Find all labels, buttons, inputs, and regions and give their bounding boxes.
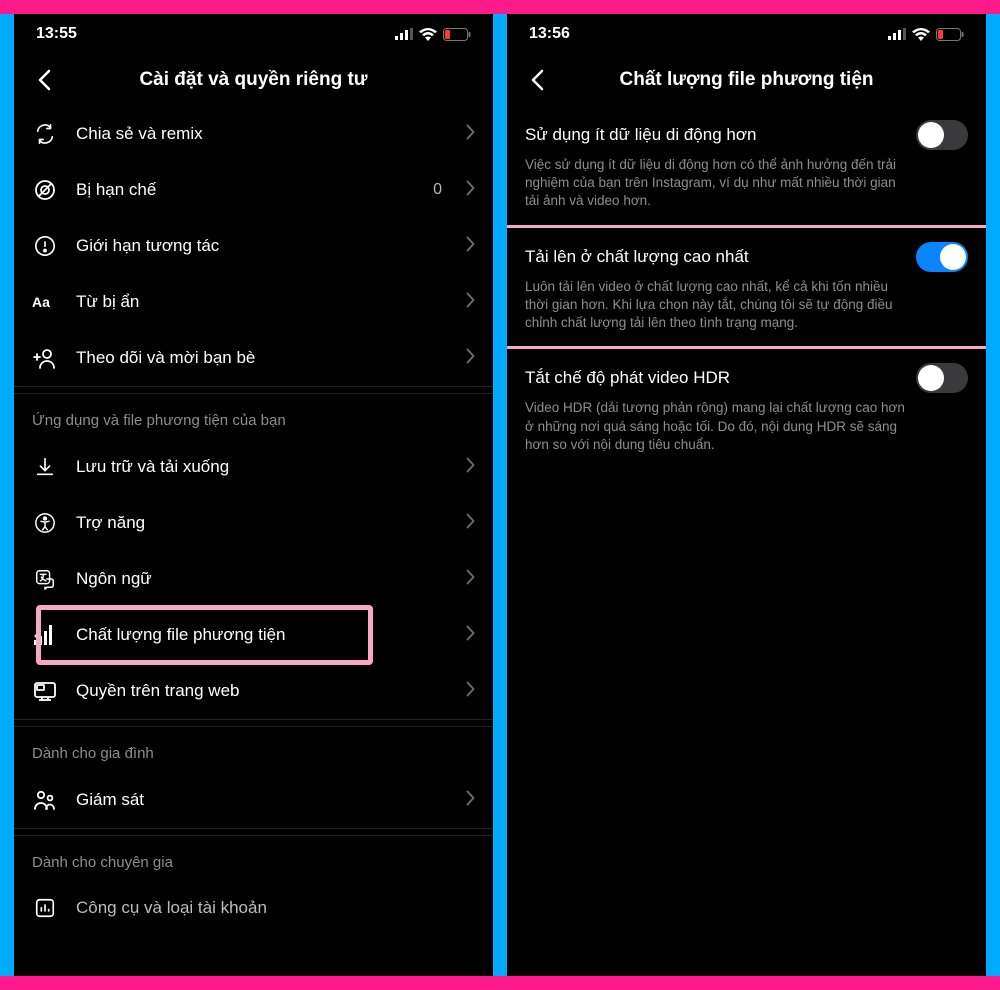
row-label: Ngôn ngữ <box>76 569 448 589</box>
settings-row[interactable]: Ngôn ngữ <box>14 551 493 607</box>
section-header-apps-media: Ứng dụng và file phương tiện của bạn <box>14 394 493 439</box>
settings-scroll[interactable]: Sử dụng ít dữ liệu di động hơn Việc sử dụ… <box>507 106 986 976</box>
status-bar: 13:55 <box>14 14 493 54</box>
battery-icon <box>443 28 471 41</box>
wifi-icon <box>419 28 437 41</box>
row-label: Lưu trữ và tải xuống <box>76 457 448 477</box>
row-label: Bị hạn chế <box>76 180 415 200</box>
setting-title: Tải lên ở chất lượng cao nhất <box>525 247 749 267</box>
settings-row[interactable]: Trợ năng <box>14 495 493 551</box>
battery-icon <box>936 28 964 41</box>
invite-icon <box>32 345 58 371</box>
chevron-right-icon <box>466 236 475 257</box>
setting-description: Luôn tải lên video ở chất lượng cao nhất… <box>525 278 968 333</box>
section-divider <box>14 828 493 836</box>
row-label: Trợ năng <box>76 513 448 533</box>
phone-left: 13:55 Cài đặt và quyền riêng tư Chia sẻ … <box>14 14 493 976</box>
limit-icon <box>32 233 58 259</box>
decorative-bottom-bar <box>0 976 1000 990</box>
settings-row[interactable]: Lưu trữ và tải xuống <box>14 439 493 495</box>
restricted-icon <box>32 177 58 203</box>
settings-row[interactable]: Chất lượng file phương tiện <box>14 607 493 663</box>
toggle-switch[interactable] <box>916 363 968 393</box>
row-label: Giới hạn tương tác <box>76 236 448 256</box>
row-label: Giám sát <box>76 790 448 810</box>
toggle-switch[interactable] <box>916 120 968 150</box>
page-title: Cài đặt và quyền riêng tư <box>139 69 367 91</box>
setting-description: Video HDR (dải tương phản rộng) mang lại… <box>525 399 968 454</box>
toggle-setting: Tắt chế độ phát video HDR Video HDR (dải … <box>507 349 986 468</box>
settings-scroll[interactable]: Chia sẻ và remix Bị hạn chế 0 Giới hạn tươn… <box>14 106 493 976</box>
status-right <box>888 28 964 41</box>
setting-description: Việc sử dụng ít dữ liệu di động hơn có t… <box>525 156 968 211</box>
chevron-right-icon <box>466 625 475 646</box>
settings-row[interactable]: Bị hạn chế 0 <box>14 162 493 218</box>
settings-row[interactable]: Quyền trên trang web <box>14 663 493 719</box>
chevron-right-icon <box>466 569 475 590</box>
chevron-right-icon <box>466 457 475 478</box>
chevron-right-icon <box>466 348 475 369</box>
status-bar: 13:56 <box>507 14 986 54</box>
signal-icon <box>32 622 58 648</box>
header: Chất lượng file phương tiện <box>507 54 986 106</box>
svg-text:Aa: Aa <box>32 294 50 310</box>
phone-right: 13:56 Chất lượng file phương tiện Sử dụn… <box>507 14 986 976</box>
wifi-icon <box>912 28 930 41</box>
settings-row[interactable]: Giám sát <box>14 772 493 828</box>
settings-row[interactable]: Giới hạn tương tác <box>14 218 493 274</box>
download-icon <box>32 454 58 480</box>
decorative-top-bar <box>0 0 1000 14</box>
setting-title: Sử dụng ít dữ liệu di động hơn <box>525 125 756 145</box>
chevron-right-icon <box>466 681 475 702</box>
status-right <box>395 28 471 41</box>
toggle-setting: Tải lên ở chất lượng cao nhất Luôn tải lê… <box>507 228 986 347</box>
supervision-icon <box>32 787 58 813</box>
accessibility-icon <box>32 510 58 536</box>
row-label: Chia sẻ và remix <box>76 124 448 144</box>
truncated-label: Công cụ và loại tài khoản <box>76 898 267 918</box>
section-header-family: Dành cho gia đình <box>14 727 493 772</box>
setting-title: Tắt chế độ phát video HDR <box>525 368 730 388</box>
chevron-right-icon <box>466 513 475 534</box>
section-divider <box>14 719 493 727</box>
chevron-right-icon <box>466 790 475 811</box>
settings-row[interactable]: Aa Từ bị ẩn <box>14 274 493 330</box>
row-value: 0 <box>433 181 442 199</box>
chevron-right-icon <box>466 124 475 145</box>
toggle-setting: Sử dụng ít dữ liệu di động hơn Việc sử dụ… <box>507 106 986 225</box>
language-icon <box>32 566 58 592</box>
phones-container: 13:55 Cài đặt và quyền riêng tư Chia sẻ … <box>14 14 986 976</box>
row-label: Theo dõi và mời bạn bè <box>76 348 448 368</box>
hidden-words-icon: Aa <box>32 289 58 315</box>
settings-row[interactable]: Theo dõi và mời bạn bè <box>14 330 493 386</box>
tools-icon <box>32 895 58 921</box>
row-label: Quyền trên trang web <box>76 681 448 701</box>
chevron-right-icon <box>466 292 475 313</box>
toggle-switch[interactable] <box>916 242 968 272</box>
header: Cài đặt và quyền riêng tư <box>14 54 493 106</box>
cellular-icon <box>888 28 906 40</box>
web-icon <box>32 678 58 704</box>
truncated-row[interactable]: Công cụ và loại tài khoản <box>14 881 493 935</box>
section-divider <box>14 386 493 394</box>
page-title: Chất lượng file phương tiện <box>619 69 873 91</box>
row-label: Chất lượng file phương tiện <box>76 625 448 645</box>
back-button[interactable] <box>521 64 553 96</box>
section-header-pro: Dành cho chuyên gia <box>14 836 493 881</box>
row-label: Từ bị ẩn <box>76 292 448 312</box>
settings-row[interactable]: Chia sẻ và remix <box>14 106 493 162</box>
chevron-right-icon <box>466 180 475 201</box>
back-button[interactable] <box>28 64 60 96</box>
status-time: 13:55 <box>36 25 77 43</box>
remix-icon <box>32 121 58 147</box>
cellular-icon <box>395 28 413 40</box>
status-time: 13:56 <box>529 25 570 43</box>
